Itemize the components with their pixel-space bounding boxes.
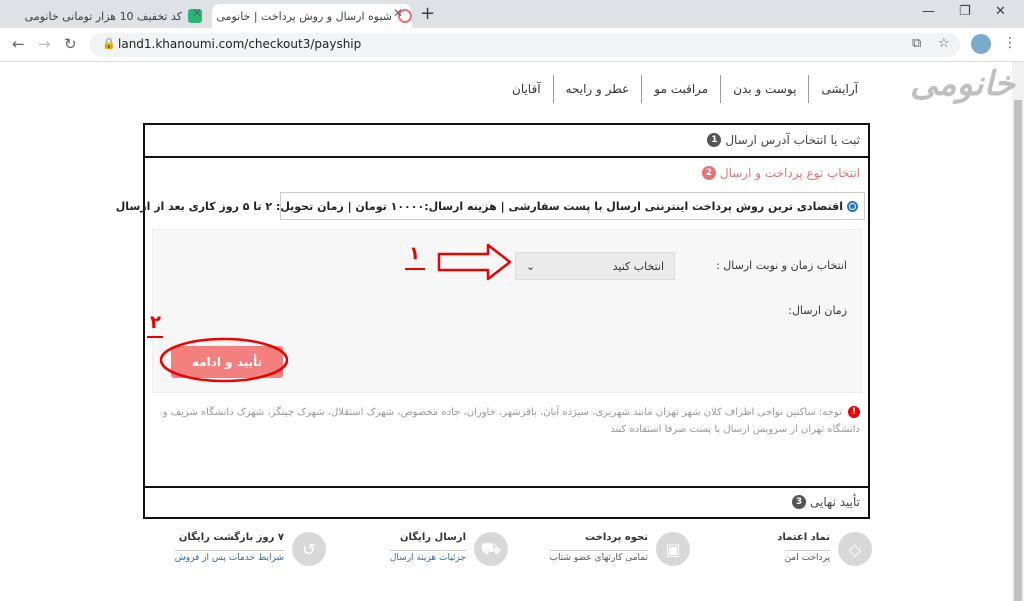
browser-menu-icon[interactable]: ⋮ xyxy=(1003,35,1017,51)
feature-free-shipping: ⛟ ارسال رایگان جزئیات هزینه ارسال xyxy=(318,530,508,570)
payment-option-label: اقتصادی ترین روش پرداخت اینترنتی ارسال ب… xyxy=(115,199,843,213)
feature-returns: ↺ ۷ روز بازگشت رایگان شرایط خدمات پس از … xyxy=(136,530,326,570)
back-icon[interactable]: ← xyxy=(12,35,25,53)
tab-title: کد تخفیف 10 هزار تومانی خانومی xyxy=(24,9,182,23)
return-icon: ↺ xyxy=(292,532,326,566)
step-2-label: انتخاب نوع پرداخت و ارسال xyxy=(719,166,860,180)
payment-option[interactable]: اقتصادی ترین روش پرداخت اینترنتی ارسال ب… xyxy=(116,192,865,220)
feature-title: ارسال رایگان xyxy=(400,532,466,543)
tab-active[interactable]: شیوه ارسال و روش پرداخت | خانومی xyxy=(212,4,412,28)
chevron-down-icon: ⌄ xyxy=(526,259,536,273)
info-icon: ! xyxy=(848,406,860,418)
step-3-header[interactable]: 3 تأیید نهایی xyxy=(792,495,860,509)
feature-title: ۷ روز بازگشت رایگان xyxy=(178,532,284,543)
close-tab-icon[interactable]: ✕ xyxy=(192,6,202,20)
close-tab-icon[interactable]: ✕ xyxy=(393,6,403,20)
new-tab-button[interactable]: + xyxy=(420,3,435,24)
feature-trust: ◇ نماد اعتماد پرداخت امن xyxy=(682,530,872,570)
step-1-label: ثبت یا انتخاب آدرس ارسال xyxy=(725,133,860,147)
select-value: انتخاب کنید xyxy=(612,259,664,273)
scrollbar-thumb[interactable] xyxy=(1014,100,1022,601)
feature-title: نماد اعتماد xyxy=(777,532,830,543)
feature-subtitle: پرداخت امن xyxy=(784,550,830,563)
delivery-time-label: انتخاب زمان و نوبت ارسال : xyxy=(716,259,847,272)
forward-icon[interactable]: → xyxy=(38,35,51,53)
step-3-label: تأیید نهایی xyxy=(810,495,860,509)
send-time-label: زمان ارسال: xyxy=(788,304,847,317)
annotation-number-1: ۱ xyxy=(409,243,420,264)
nav-item-makeup[interactable]: آرایشی xyxy=(808,75,870,103)
url-field[interactable]: 🔒 land1.khanoumi.com/checkout3/payship ⧉… xyxy=(90,33,960,57)
step-1-number: 1 xyxy=(707,133,722,147)
notice-text: توجه: ساکنین نواحی اطراف کلان شهر تهران … xyxy=(162,407,860,435)
diamond-icon: ◇ xyxy=(838,532,872,566)
divider xyxy=(145,156,868,158)
close-window-icon[interactable]: ✕ xyxy=(995,4,1006,19)
feature-subtitle: تمامی کارتهای عضو شتاب xyxy=(549,550,648,563)
truck-icon: ⛟ xyxy=(474,532,508,566)
after-sales-link[interactable]: شرایط خدمات پس از فروش xyxy=(174,550,284,563)
annotation-underline xyxy=(405,268,425,270)
profile-avatar[interactable] xyxy=(971,34,991,54)
feature-title: نحوه پرداخت xyxy=(585,532,648,543)
lock-icon: 🔒 xyxy=(102,37,116,50)
step-2-header: 2 انتخاب نوع پرداخت و ارسال xyxy=(701,166,860,180)
step-1-header[interactable]: 1 ثبت یا انتخاب آدرس ارسال xyxy=(707,133,860,147)
step-3-number: 3 xyxy=(792,495,807,509)
annotation-arrow-icon xyxy=(437,243,512,281)
wallet-icon: ▣ xyxy=(656,532,690,566)
delivery-time-select[interactable]: انتخاب کنید ⌄ xyxy=(515,252,675,280)
divider xyxy=(145,486,868,488)
notice: ! توجه: ساکنین نواحی اطراف کلان شهر تهرا… xyxy=(155,404,860,438)
step-2-number: 2 xyxy=(701,166,716,180)
translate-icon[interactable]: ⧉ xyxy=(912,36,921,51)
nav-item-hair-care[interactable]: مراقبت مو xyxy=(641,75,720,103)
browser-tab-bar: کد تخفیف 10 هزار تومانی خانومی ✕ شیوه ار… xyxy=(0,0,1024,28)
nav-item-skin-body[interactable]: پوست و بدن xyxy=(720,75,808,103)
bookmark-star-icon[interactable]: ☆ xyxy=(938,36,950,51)
nav-item-perfume[interactable]: عطر و رایحه xyxy=(552,75,642,103)
main-nav: آرایشی پوست و بدن مراقبت مو عطر و رایحه … xyxy=(512,74,870,104)
feature-payment: ▣ نحوه پرداخت تمامی کارتهای عضو شتاب xyxy=(500,530,690,570)
annotation-circle-icon xyxy=(159,337,289,383)
minimize-icon[interactable]: — xyxy=(922,4,935,19)
checkout-box: 1 ثبت یا انتخاب آدرس ارسال 2 انتخاب نوع … xyxy=(116,123,870,519)
annotation-number-2: ۲ xyxy=(150,312,161,333)
site-logo[interactable]: خانومی xyxy=(910,64,1015,108)
restore-icon[interactable]: ❐ xyxy=(959,4,971,19)
nav-item-men[interactable]: آقایان xyxy=(500,75,553,103)
shipping-details-link[interactable]: جزئیات هزینه ارسال xyxy=(389,550,466,563)
tab-title: شیوه ارسال و روش پرداخت | خانومی xyxy=(216,9,392,23)
address-bar: ← → ↻ 🔒 land1.khanoumi.com/checkout3/pay… xyxy=(0,28,1024,62)
tab-inactive[interactable]: کد تخفیف 10 هزار تومانی خانومی xyxy=(10,4,202,28)
url-text: land1.khanoumi.com/checkout3/payship xyxy=(118,37,362,51)
payment-radio[interactable] xyxy=(847,200,858,212)
reload-icon[interactable]: ↻ xyxy=(64,35,77,53)
